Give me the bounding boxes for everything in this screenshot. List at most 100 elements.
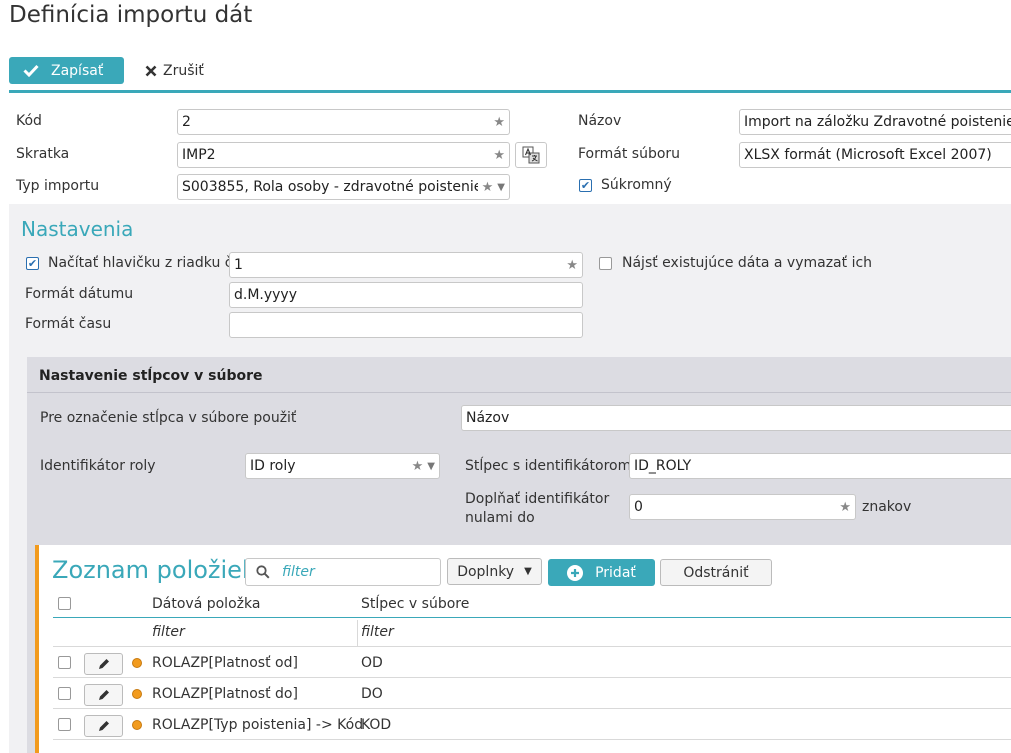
private-checkbox-row: ✔ Súkromný <box>579 177 672 193</box>
date-format-input[interactable]: d.M.yyyy <box>229 282 583 308</box>
time-format-label: Formát času <box>25 316 112 332</box>
pad-value: 0 <box>634 499 643 515</box>
columns-title: Nastavenie stĺpcov v súbore <box>39 368 263 384</box>
pencil-icon <box>98 659 109 669</box>
skratka-input[interactable]: IMP2 ★ <box>177 142 510 168</box>
row-column: KOD <box>361 717 392 733</box>
save-button[interactable]: Zapísať <box>9 57 124 84</box>
nazov-input[interactable]: Import na záložku Zdravotné poistenie <box>739 109 1011 135</box>
pad-unit: znakov <box>862 499 912 515</box>
settings-title: Nastavenia <box>21 217 134 241</box>
pad-input[interactable]: 0 ★ <box>629 494 856 520</box>
designation-value: Názov <box>466 410 510 426</box>
favorite-star-icon[interactable]: ★ <box>566 258 578 273</box>
cancel-button-label: Zrušiť <box>163 62 204 79</box>
role-id-select[interactable]: ID roly ★ ▼ <box>245 453 440 479</box>
typ-importu-value: S003855, Rola osoby - zdravotné poisteni… <box>182 179 478 195</box>
pencil-icon <box>98 690 109 700</box>
row-checkbox[interactable] <box>58 687 71 700</box>
row-divider <box>53 708 1011 709</box>
select-all-checkbox[interactable] <box>58 597 71 610</box>
items-filter-input[interactable]: filter <box>245 558 441 586</box>
pad-label: Doplňať identifikátor nulami do <box>465 490 609 528</box>
remove-button[interactable]: Odstrániť <box>660 559 772 586</box>
row-column: DO <box>361 686 383 702</box>
find-existing-checkbox[interactable] <box>599 256 612 270</box>
translate-icon <box>522 146 540 164</box>
status-dot <box>132 658 142 668</box>
addons-dropdown-button[interactable]: Doplnky ▼ <box>447 558 542 585</box>
favorite-star-icon[interactable]: ★ <box>493 148 505 163</box>
format-suboru-select[interactable]: XLSX formát (Microsoft Excel 2007) <box>739 142 1011 168</box>
edit-row-button[interactable] <box>84 653 123 675</box>
plus-circle-icon <box>567 564 584 581</box>
id-column-input[interactable]: ID_ROLY <box>629 453 1011 479</box>
chevron-down-icon: ▼ <box>524 566 532 577</box>
items-title: Zoznam položiek <box>52 556 256 584</box>
save-button-label: Zapísať <box>51 62 104 79</box>
favorite-star-icon[interactable]: ★ <box>482 180 494 195</box>
find-existing-label: Nájsť existujúce dáta a vymazať ich <box>622 255 873 271</box>
cancel-button[interactable]: Zrušiť <box>145 57 204 84</box>
pad-label-line1: Doplňať identifikátor <box>465 491 610 507</box>
skratka-value: IMP2 <box>182 147 216 163</box>
check-icon <box>23 64 39 77</box>
id-column-label: Stĺpec s identifikátorom <box>465 458 632 474</box>
private-checkbox[interactable]: ✔ <box>579 178 592 192</box>
kod-value: 2 <box>182 114 191 130</box>
role-id-label: Identifikátor roly <box>40 458 156 474</box>
typ-importu-select[interactable]: S003855, Rola osoby - zdravotné poisteni… <box>177 174 510 200</box>
toolbar-divider <box>9 90 1011 93</box>
filter-column-input[interactable]: filter <box>361 624 394 640</box>
favorite-star-icon[interactable]: ★ <box>412 459 424 474</box>
row-divider <box>53 739 1011 740</box>
chevron-down-icon[interactable]: ▼ <box>427 461 435 472</box>
find-existing-checkbox-row: Nájsť existujúce dáta a vymazať ich <box>599 255 872 271</box>
header-row-checkbox-row: ✔ Načítať hlavičku z riadku č. <box>26 255 237 271</box>
col-header-item[interactable]: Dátová položka <box>152 596 260 612</box>
filter-item-input[interactable]: filter <box>152 624 185 640</box>
id-column-value: ID_ROLY <box>634 458 692 474</box>
translate-button[interactable] <box>515 142 547 168</box>
items-filter-placeholder: filter <box>282 564 315 580</box>
addons-label: Doplnky <box>457 563 515 580</box>
role-id-value: ID roly <box>250 458 296 474</box>
row-checkbox[interactable] <box>58 656 71 669</box>
typ-importu-label: Typ importu <box>16 178 100 194</box>
format-suboru-label: Formát súboru <box>578 146 681 162</box>
chevron-down-icon[interactable]: ▼ <box>497 182 505 193</box>
row-divider <box>53 646 1011 647</box>
edit-row-button[interactable] <box>84 715 123 737</box>
edit-row-button[interactable] <box>84 684 123 706</box>
page-title: Definícia importu dát <box>9 2 253 28</box>
nazov-value: Import na záložku Zdravotné poistenie <box>744 114 1011 130</box>
search-icon <box>256 565 270 579</box>
status-dot <box>132 720 142 730</box>
header-row-label: Načítať hlavičku z riadku č. <box>48 255 237 271</box>
header-row-checkbox[interactable]: ✔ <box>26 256 39 270</box>
date-format-value: d.M.yyyy <box>234 287 298 303</box>
header-row-input[interactable]: 1 ★ <box>229 252 583 278</box>
col-header-column[interactable]: Stĺpec v súbore <box>361 596 469 612</box>
time-format-input[interactable] <box>229 312 583 338</box>
row-item: ROLAZP[Typ poistenia] -> Kód <box>152 717 364 733</box>
kod-input[interactable]: 2 ★ <box>177 109 510 135</box>
private-label: Súkromný <box>601 177 672 193</box>
pad-label-line2: nulami do <box>465 510 535 526</box>
date-format-label: Formát dátumu <box>25 286 134 302</box>
designation-select[interactable]: Názov <box>461 405 1011 431</box>
row-column: OD <box>361 655 383 671</box>
favorite-star-icon[interactable]: ★ <box>493 115 505 130</box>
status-dot <box>132 689 142 699</box>
designation-label: Pre označenie stĺpca v súbore použiť <box>40 410 297 426</box>
row-checkbox[interactable] <box>58 718 71 731</box>
close-icon <box>145 65 157 76</box>
header-row-value: 1 <box>234 257 243 273</box>
row-item: ROLAZP[Platnosť od] <box>152 655 298 671</box>
favorite-star-icon[interactable]: ★ <box>839 500 851 515</box>
pencil-icon <box>98 721 109 731</box>
table-header-divider <box>53 617 1011 618</box>
remove-button-label: Odstrániť <box>683 564 749 581</box>
add-button[interactable]: Pridať <box>548 559 655 586</box>
row-item: ROLAZP[Platnosť do] <box>152 686 298 702</box>
